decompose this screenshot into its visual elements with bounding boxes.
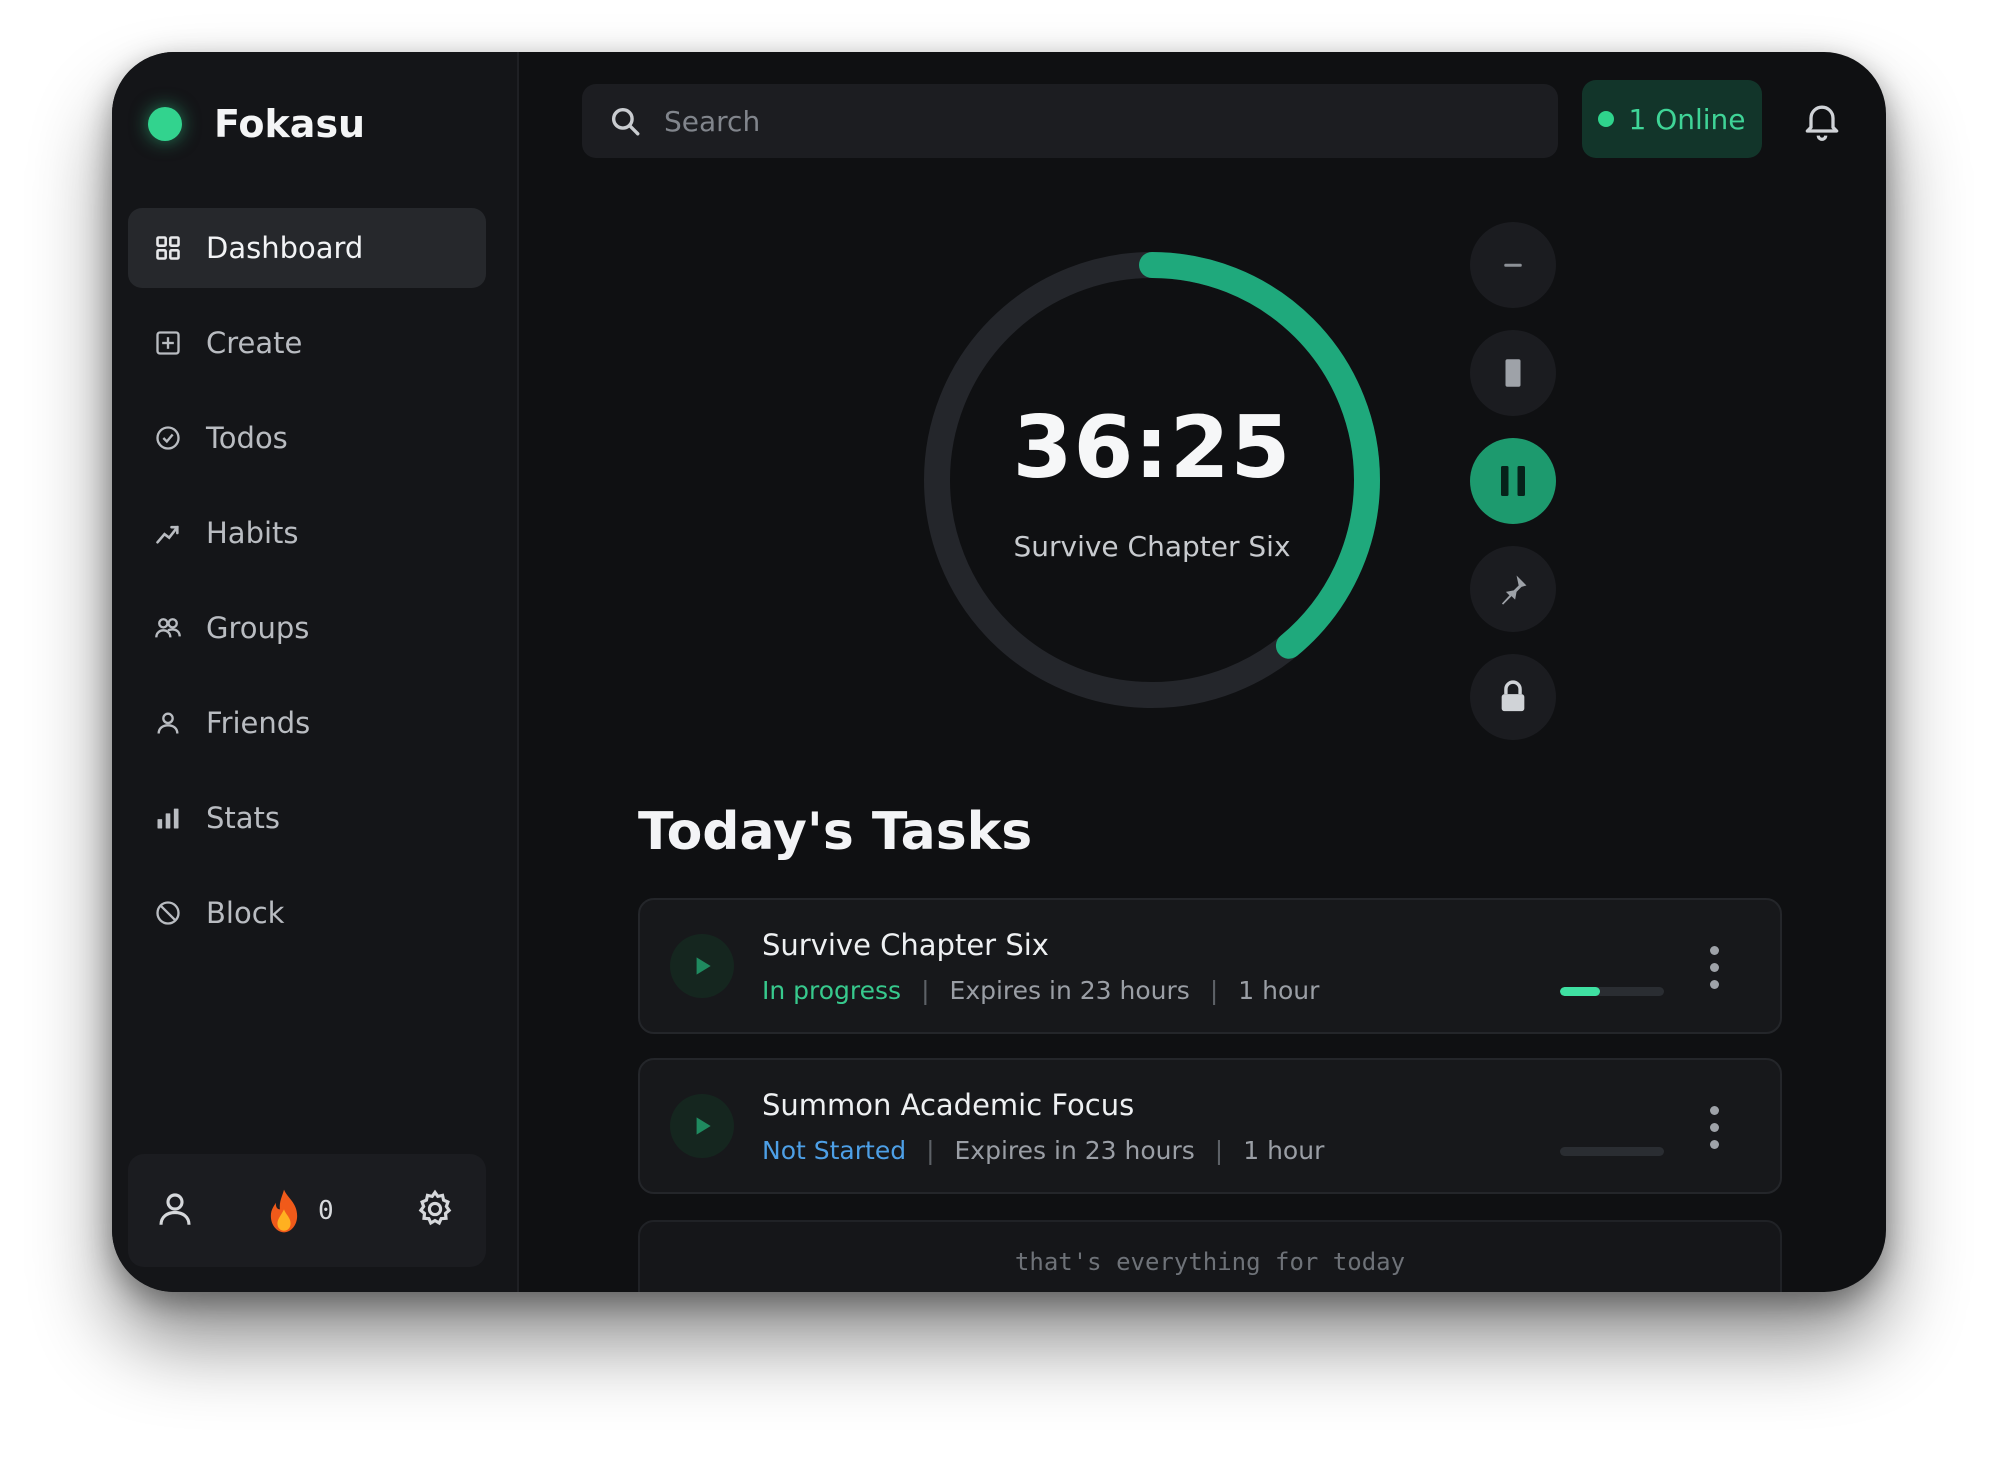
task-more-button[interactable] (1704, 1106, 1724, 1150)
lock-icon (1501, 680, 1525, 712)
sidebar-item-label: Block (206, 896, 285, 930)
trend-icon (156, 525, 179, 544)
play-task-button[interactable] (670, 1094, 734, 1158)
task-progress-bar (1560, 1147, 1664, 1156)
sidebar-item-label: Habits (206, 516, 299, 550)
brand[interactable]: Fokasu (148, 102, 365, 146)
task-name: Survive Chapter Six (762, 928, 1049, 962)
task-status: Not Started (762, 1136, 907, 1165)
dot-icon (1709, 1106, 1719, 1115)
block-icon (156, 901, 180, 925)
meta-separator: | (921, 976, 930, 1005)
sidebar-nav: Dashboard Create Todos Habits Groups Fri… (128, 208, 486, 968)
pause-icon (1501, 466, 1525, 496)
meta-separator: | (1214, 1136, 1224, 1165)
sidebar-item-label: Todos (206, 421, 288, 455)
sidebar-item-create[interactable]: Create (128, 303, 486, 383)
dot-icon (1709, 1123, 1719, 1132)
task-more-button[interactable] (1704, 946, 1724, 990)
sidebar: Fokasu Dashboard Create Todos Habits Gro… (112, 52, 519, 1292)
timer-value: 36:25 (1012, 398, 1292, 498)
task-name: Summon Academic Focus (762, 1088, 1135, 1122)
online-label: 1 Online (1628, 102, 1746, 136)
stop-icon (1505, 359, 1521, 387)
tasks-heading: Today's Tasks (638, 802, 1033, 862)
task-duration: 1 hour (1243, 1136, 1325, 1165)
dot-icon (1709, 946, 1719, 955)
pause-button[interactable] (1470, 438, 1556, 524)
task-card[interactable]: Survive Chapter Six In progress | Expire… (638, 898, 1782, 1034)
online-dot (1598, 111, 1615, 127)
task-status: In progress (762, 976, 902, 1005)
logo-dot (148, 107, 182, 141)
minus-icon (1504, 263, 1522, 267)
streak-counter[interactable]: 0 (264, 1188, 334, 1234)
focus-timer: 36:25 Survive Chapter Six (922, 250, 1382, 710)
task-expiry: Expires in 23 hours (954, 1136, 1195, 1165)
task-meta: In progress | Expires in 23 hours | 1 ho… (762, 976, 1319, 1005)
pin-icon (1501, 575, 1527, 605)
sidebar-item-label: Stats (206, 801, 281, 835)
flame-icon (270, 1189, 298, 1233)
users-icon (155, 618, 181, 638)
tasks-end-note: that's everything for today (1014, 1248, 1406, 1276)
streak-count: 0 (318, 1196, 334, 1226)
sidebar-item-friends[interactable]: Friends (128, 683, 486, 763)
dot-icon (1709, 1140, 1719, 1149)
search-icon (611, 107, 640, 136)
sidebar-footer: 0 (128, 1154, 486, 1267)
sidebar-item-groups[interactable]: Groups (128, 588, 486, 668)
bar-chart-icon (157, 808, 179, 829)
task-duration: 1 hour (1238, 976, 1320, 1005)
search-bar[interactable] (582, 84, 1558, 158)
sidebar-item-label: Groups (206, 611, 310, 645)
gear-icon (418, 1189, 452, 1226)
task-expiry: Expires in 23 hours (949, 976, 1190, 1005)
sidebar-item-label: Dashboard (206, 231, 364, 265)
user-icon (159, 1193, 191, 1225)
profile-button[interactable] (154, 1188, 196, 1230)
tasks-end-card: that's everything for today (638, 1220, 1782, 1292)
notifications-button[interactable] (1800, 98, 1844, 146)
pin-button[interactable] (1470, 546, 1556, 632)
meta-separator: | (926, 1136, 935, 1165)
search-input[interactable] (662, 103, 1526, 139)
settings-button[interactable] (414, 1188, 456, 1230)
app-name: Fokasu (214, 102, 366, 146)
timer-task-name: Survive Chapter Six (1013, 530, 1291, 563)
app-window: Fokasu Dashboard Create Todos Habits Gro… (112, 52, 1886, 1292)
sidebar-item-block[interactable]: Block (128, 873, 486, 953)
user-icon (157, 712, 179, 734)
bell-icon (1805, 105, 1839, 141)
sidebar-item-habits[interactable]: Habits (128, 493, 486, 573)
plus-square-icon (156, 331, 180, 355)
sidebar-item-todos[interactable]: Todos (128, 398, 486, 478)
meta-separator: | (1209, 976, 1219, 1005)
grid-icon (156, 236, 180, 260)
play-task-button[interactable] (670, 934, 734, 998)
task-meta: Not Started | Expires in 23 hours | 1 ho… (762, 1136, 1324, 1165)
task-card[interactable]: Summon Academic Focus Not Started | Expi… (638, 1058, 1782, 1194)
minus-button[interactable] (1470, 222, 1556, 308)
sidebar-item-label: Create (206, 326, 303, 360)
stop-button[interactable] (1470, 330, 1556, 416)
task-progress-fill (1560, 987, 1600, 996)
online-indicator[interactable]: 1 Online (1582, 80, 1762, 158)
dot-icon (1709, 980, 1719, 989)
play-icon (696, 957, 711, 975)
sidebar-item-label: Friends (206, 706, 311, 740)
task-progress-bar (1560, 987, 1664, 996)
check-circle-icon (156, 426, 180, 450)
sidebar-item-dashboard[interactable]: Dashboard (128, 208, 486, 288)
play-icon (696, 1117, 711, 1135)
sidebar-item-stats[interactable]: Stats (128, 778, 486, 858)
dot-icon (1709, 963, 1719, 972)
lock-button[interactable] (1470, 654, 1556, 740)
